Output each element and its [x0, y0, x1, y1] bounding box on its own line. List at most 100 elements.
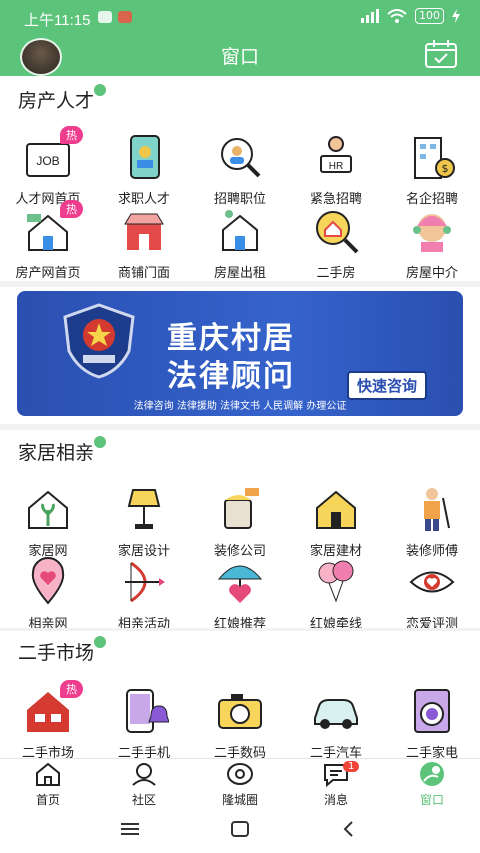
battery-indicator: 100 [415, 8, 444, 24]
calendar-check-icon[interactable] [424, 39, 458, 69]
tab-community[interactable]: 社区 [109, 761, 179, 808]
grid-item[interactable]: 装修师傅 [384, 484, 480, 559]
grid-item[interactable]: 二手手机 [96, 686, 192, 761]
hr-icon: HR [311, 132, 361, 182]
banner-title-line2: 法律顾问 [167, 359, 295, 394]
grid-item-label: 求职人才 [117, 192, 170, 207]
job-icon: JOB 热 [23, 126, 83, 182]
paint-icon [215, 484, 265, 534]
grid-item-label: 招聘职位 [213, 192, 266, 207]
wifi-icon [387, 9, 407, 23]
divider [0, 628, 480, 631]
notification-icons [98, 11, 132, 23]
system-nav-bar [0, 806, 480, 853]
phone-bell-icon [119, 686, 170, 736]
grid-item[interactable]: 房屋中介 [384, 206, 480, 281]
grid-item[interactable]: 家居设计 [96, 484, 192, 559]
grid-item[interactable]: 热二手市场 [0, 680, 96, 761]
grid-item-label: 商铺门面 [117, 266, 170, 281]
tab-messages[interactable]: 1 消息 [301, 761, 371, 808]
house-rent-icon [215, 206, 265, 256]
house-search-icon [311, 206, 361, 256]
section-title-home-matchmaking: 家居相亲 [18, 436, 107, 465]
status-right: 100 [361, 8, 460, 24]
quick-consult-button[interactable]: 快速咨询 [347, 371, 428, 400]
status-bar: 上午11:15 100 [0, 0, 480, 34]
building-money-icon: $ [407, 132, 457, 182]
grid-item-label: 紧急招聘 [309, 192, 362, 207]
heart-pin-icon [23, 557, 73, 607]
lamp-icon [119, 484, 169, 534]
balloons-icon [311, 557, 361, 607]
grid-item[interactable]: 二手房 [288, 206, 384, 281]
legal-advice-banner[interactable]: 重庆村居 法律顾问 快速咨询 法律咨询 法律援助 法律文书 人民调解 办理公证 [17, 291, 463, 416]
grid-item[interactable]: 装修公司 [192, 484, 288, 559]
section-title-real-estate-talent: 房产人才 [18, 84, 107, 113]
hot-badge: 热 [60, 200, 83, 218]
svg-text:HR: HR [329, 161, 343, 172]
house-tools-icon [311, 484, 361, 534]
camera-icon [215, 686, 265, 736]
grid-item-label: 房产网首页 [15, 266, 81, 281]
grid-item[interactable]: 红娘推荐 [192, 557, 288, 632]
grid-item-label: 名企招聘 [405, 192, 458, 207]
umbrella-heart-icon [215, 557, 265, 607]
justice-emblem-icon [63, 303, 135, 379]
window-icon [420, 762, 444, 786]
home-plant-icon [23, 484, 73, 534]
charging-icon [452, 9, 460, 23]
message-badge: 1 [343, 761, 360, 772]
grid-item[interactable]: $ 名企招聘 [384, 132, 480, 207]
signal-icon [361, 9, 379, 23]
phone-person-icon [119, 132, 169, 182]
divider [0, 281, 480, 287]
grid-item-label: 房屋中介 [405, 266, 458, 281]
grid-item[interactable]: 家居建材 [288, 484, 384, 559]
grid-item[interactable]: 商铺门面 [96, 206, 192, 281]
app-header: 窗口 [0, 34, 480, 76]
status-time: 上午11:15 [24, 12, 91, 29]
grid-item[interactable]: 家居网 [0, 484, 96, 559]
grid-item-label: 房屋出租 [213, 266, 266, 281]
eye-heart-icon [407, 557, 457, 607]
market-house-icon: 热 [23, 680, 83, 736]
tab-circle[interactable]: 隆城圈 [205, 761, 275, 808]
shop-icon [119, 206, 169, 256]
grid-item[interactable]: 红娘牵线 [288, 557, 384, 632]
grid-item[interactable]: 恋爱评测 [384, 557, 480, 632]
home-nav-icon[interactable] [231, 821, 249, 837]
bottom-tab-bar: 首页 社区 隆城圈 1 消息 窗口 [0, 758, 480, 807]
grid-item[interactable]: JOB 热人才网首页 [0, 126, 96, 207]
car-icon [311, 686, 361, 736]
hot-badge: 热 [60, 680, 83, 698]
divider [0, 424, 480, 430]
washer-icon [407, 686, 457, 736]
cupid-bow-icon [119, 557, 169, 607]
grid-item[interactable]: 招聘职位 [192, 132, 288, 207]
circle-icon [227, 763, 253, 785]
tab-home[interactable]: 首页 [13, 761, 83, 808]
home-icon [36, 762, 60, 786]
grid-item[interactable]: 相亲网 [0, 557, 96, 632]
page-title: 窗口 [220, 46, 259, 68]
grid-item[interactable]: 相亲活动 [96, 557, 192, 632]
svg-text:JOB: JOB [36, 154, 59, 168]
svg-text:$: $ [442, 162, 449, 175]
grid-item[interactable]: 二手数码 [192, 686, 288, 761]
grid-item[interactable]: HR 紧急招聘 [288, 132, 384, 207]
grid-item[interactable]: 求职人才 [96, 132, 192, 207]
grid-item[interactable]: 二手家电 [384, 686, 480, 761]
grid-item-label: 二手房 [316, 266, 356, 281]
house-money-icon: 热 [23, 200, 83, 256]
search-person-icon [215, 132, 265, 182]
agent-icon [407, 206, 457, 256]
grid-item[interactable]: 二手汽车 [288, 686, 384, 761]
menu-icon[interactable] [121, 822, 139, 836]
section-title-second-hand: 二手市场 [18, 636, 107, 665]
grid-item[interactable]: 热房产网首页 [0, 200, 96, 281]
tab-window[interactable]: 窗口 [397, 761, 467, 808]
banner-services: 法律咨询 法律援助 法律文书 人民调解 办理公证 [133, 401, 347, 412]
hot-badge: 热 [60, 126, 83, 144]
grid-item[interactable]: 房屋出租 [192, 206, 288, 281]
back-icon[interactable] [342, 821, 354, 837]
